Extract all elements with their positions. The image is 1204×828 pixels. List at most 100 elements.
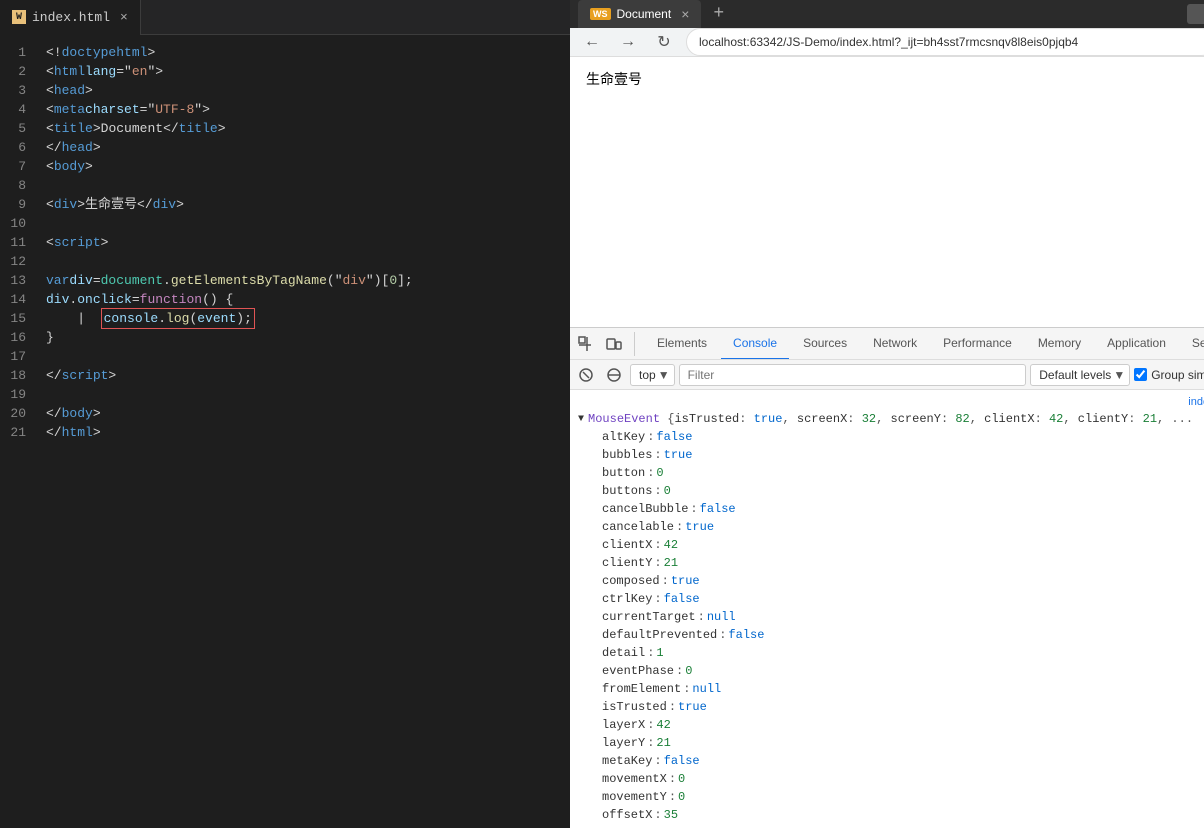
prop-cancelBubble: cancelBubble: false bbox=[602, 500, 1204, 518]
browser-toolbar: ← → ↻ bbox=[570, 28, 1204, 57]
line-numbers: 12345 678910 1112131415 1617181920 21 bbox=[0, 35, 38, 794]
code-line-2: <html lang="en"> bbox=[38, 62, 570, 81]
block-console-button[interactable] bbox=[602, 363, 626, 387]
default-levels-label: Default levels bbox=[1039, 368, 1111, 382]
code-line-6: </head> bbox=[38, 138, 570, 157]
editor-tab-label: index.html bbox=[32, 10, 110, 25]
address-bar[interactable] bbox=[686, 28, 1204, 56]
browser-viewport: 生命壹号 bbox=[570, 57, 1204, 327]
code-line-12 bbox=[38, 252, 570, 271]
code-line-10 bbox=[38, 214, 570, 233]
mouse-event-header: ▼ MouseEvent {isTrusted: true, screenX: … bbox=[570, 410, 1204, 428]
top-context-label: top bbox=[639, 368, 656, 382]
code-line-20: </body> bbox=[38, 404, 570, 423]
prop-altKey: altKey: false bbox=[602, 428, 1204, 446]
device-toggle-icon[interactable] bbox=[602, 332, 626, 356]
console-source-ref: index bbox=[570, 394, 1204, 410]
top-context-chevron: ▼ bbox=[658, 368, 670, 382]
code-line-14: div.onclick = function () { bbox=[38, 290, 570, 309]
prop-layerX: layerX: 42 bbox=[602, 716, 1204, 734]
page-content-text: 生命壹号 bbox=[586, 71, 642, 87]
prop-eventPhase: eventPhase: 0 bbox=[602, 662, 1204, 680]
prop-detail: detail: 1 bbox=[602, 644, 1204, 662]
prop-movementX: movementX: 0 bbox=[602, 770, 1204, 788]
code-line-4: <meta charset="UTF-8"> bbox=[38, 100, 570, 119]
minimize-button[interactable] bbox=[1187, 4, 1204, 24]
prop-clientY: clientY: 21 bbox=[602, 554, 1204, 572]
code-line-18: </script> bbox=[38, 366, 570, 385]
code-line-9: <div>生命壹号</div> bbox=[38, 195, 570, 214]
code-line-16: } bbox=[38, 328, 570, 347]
devtools-tab-icons bbox=[574, 332, 635, 356]
code-line-21: </html> bbox=[38, 423, 570, 442]
prop-clientX: clientX: 42 bbox=[602, 536, 1204, 554]
tab-network[interactable]: Network bbox=[861, 328, 929, 360]
tab-elements[interactable]: Elements bbox=[645, 328, 719, 360]
console-filter-input[interactable] bbox=[679, 364, 1027, 386]
prop-movementY: movementY: 0 bbox=[602, 788, 1204, 806]
prop-isTrusted: isTrusted: true bbox=[602, 698, 1204, 716]
reload-button[interactable]: ↻ bbox=[650, 28, 678, 56]
console-properties-list: altKey: false bubbles: true button: 0 bu… bbox=[570, 428, 1204, 824]
default-levels-select[interactable]: Default levels ▼ bbox=[1030, 364, 1130, 386]
back-button[interactable]: ← bbox=[578, 28, 606, 56]
forward-button[interactable]: → bbox=[614, 28, 642, 56]
code-line-13: var div = document.getElementsByTagName(… bbox=[38, 271, 570, 290]
code-line-3: <head> bbox=[38, 81, 570, 100]
window-controls bbox=[1187, 4, 1204, 24]
console-toolbar: top ▼ Default levels ▼ Group simila bbox=[570, 360, 1204, 390]
browser-titlebar: WS Document × + bbox=[570, 0, 1204, 28]
browser-panel: WS Document × + ← → ↻ 生命壹号 bbox=[570, 0, 1204, 794]
prop-defaultPrevented: defaultPrevented: false bbox=[602, 626, 1204, 644]
code-line-1: <!doctype html> bbox=[38, 43, 570, 62]
prop-fromElement: fromElement: null bbox=[602, 680, 1204, 698]
tab-se[interactable]: Se bbox=[1180, 328, 1204, 360]
prop-composed: composed: true bbox=[602, 572, 1204, 590]
prop-buttons: buttons: 0 bbox=[602, 482, 1204, 500]
tab-application[interactable]: Application bbox=[1095, 328, 1178, 360]
editor-tab[interactable]: W index.html × bbox=[0, 0, 141, 35]
tab-sources[interactable]: Sources bbox=[791, 328, 859, 360]
html-file-icon: W bbox=[12, 10, 26, 24]
group-similar-checkbox[interactable] bbox=[1134, 368, 1147, 381]
expand-triangle[interactable]: ▼ bbox=[578, 414, 584, 425]
prop-bubbles: bubbles: true bbox=[602, 446, 1204, 464]
code-content: <!doctype html> <html lang="en"> <head> … bbox=[38, 35, 570, 794]
code-line-15: | console.log(event); bbox=[38, 309, 570, 328]
code-line-11: <script> bbox=[38, 233, 570, 252]
close-editor-tab-icon[interactable]: × bbox=[120, 10, 128, 25]
tab-performance[interactable]: Performance bbox=[931, 328, 1024, 360]
editor-tab-bar: W index.html × bbox=[0, 0, 570, 35]
prop-button: button: 0 bbox=[602, 464, 1204, 482]
browser-tab[interactable]: WS Document × bbox=[578, 0, 701, 28]
mouse-event-text: MouseEvent {isTrusted: true, screenX: 32… bbox=[588, 412, 1193, 426]
ws-badge: WS bbox=[590, 8, 611, 20]
prop-offsetX: offsetX: 35 bbox=[602, 806, 1204, 824]
default-levels-chevron: ▼ bbox=[1113, 368, 1125, 382]
code-line-19 bbox=[38, 385, 570, 404]
prop-currentTarget: currentTarget: null bbox=[602, 608, 1204, 626]
tab-memory[interactable]: Memory bbox=[1026, 328, 1093, 360]
browser-tab-title: Document bbox=[617, 7, 672, 21]
console-output: index ▼ MouseEvent {isTrusted: true, scr… bbox=[570, 390, 1204, 828]
tab-console[interactable]: Console bbox=[721, 328, 789, 360]
prop-metaKey: metaKey: false bbox=[602, 752, 1204, 770]
source-ref-link[interactable]: index bbox=[1188, 396, 1204, 408]
group-similar-label: Group simila bbox=[1151, 368, 1204, 382]
code-line-7: <body> bbox=[38, 157, 570, 176]
group-similar-container: Group simila bbox=[1134, 368, 1204, 382]
inspect-element-icon[interactable] bbox=[574, 332, 598, 356]
prop-layerY: layerY: 21 bbox=[602, 734, 1204, 752]
prop-ctrlKey: ctrlKey: false bbox=[602, 590, 1204, 608]
code-line-17 bbox=[38, 347, 570, 366]
new-tab-button[interactable]: + bbox=[713, 4, 724, 24]
code-line-8 bbox=[38, 176, 570, 195]
top-context-select[interactable]: top ▼ bbox=[630, 364, 675, 386]
devtools-tabs: Elements Console Sources Network Perform… bbox=[570, 328, 1204, 360]
editor-panel: W index.html × 12345 678910 1112131415 1… bbox=[0, 0, 570, 794]
clear-console-button[interactable] bbox=[574, 363, 598, 387]
code-area: 12345 678910 1112131415 1617181920 21 <!… bbox=[0, 35, 570, 794]
prop-cancelable: cancelable: true bbox=[602, 518, 1204, 536]
devtools-panel: Elements Console Sources Network Perform… bbox=[570, 327, 1204, 828]
close-browser-tab-button[interactable]: × bbox=[681, 6, 689, 22]
